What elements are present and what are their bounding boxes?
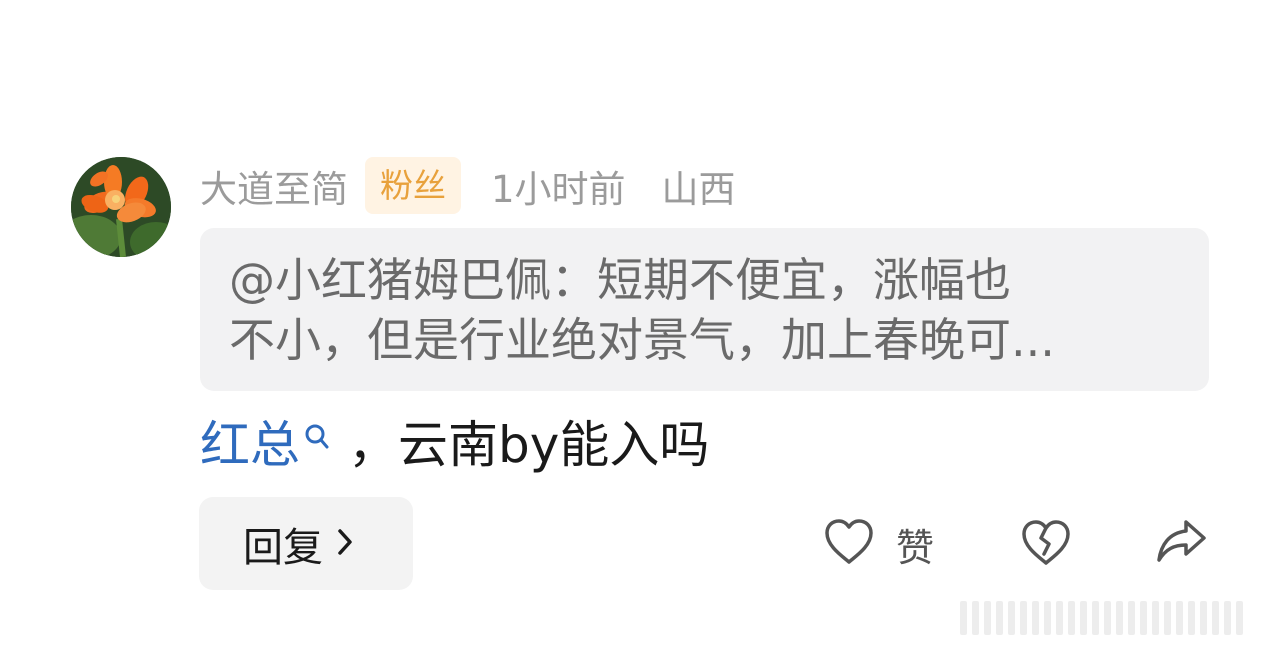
share-arrow-icon <box>1154 520 1210 572</box>
watermark-mark <box>1212 601 1219 635</box>
watermark-mark <box>1008 601 1015 635</box>
watermark-mark <box>1080 601 1087 635</box>
avatar[interactable] <box>71 157 171 257</box>
watermark-mark <box>1200 601 1207 635</box>
heart-icon <box>822 517 876 571</box>
watermark-mark <box>1044 601 1051 635</box>
quoted-comment[interactable]: @小红猪姆巴佩：短期不便宜，涨幅也 不小，但是行业绝对景气，加上春晚可... <box>200 228 1209 391</box>
broken-heart-icon <box>1019 520 1073 572</box>
watermark <box>960 598 1260 638</box>
comment-card: 大道至简 粉丝 1小时前 山西 @小红猪姆巴佩：短期不便宜，涨幅也 不小，但是行… <box>0 0 1280 656</box>
watermark-mark <box>1068 601 1075 635</box>
watermark-mark <box>1152 601 1159 635</box>
mention-text: 红总 <box>200 416 300 474</box>
reply-label: 回复 <box>243 524 323 571</box>
watermark-mark <box>1020 601 1027 635</box>
watermark-mark <box>984 601 991 635</box>
like-label: 赞 <box>896 525 935 570</box>
watermark-mark <box>1056 601 1063 635</box>
comment-body: 红总 ，云南by能入吗 <box>200 406 709 476</box>
watermark-mark <box>1116 601 1123 635</box>
watermark-mark <box>1188 601 1195 635</box>
watermark-mark <box>1032 601 1039 635</box>
mention-link[interactable]: 红总 <box>200 405 330 477</box>
comment-meta: 大道至简 粉丝 1小时前 山西 <box>200 157 736 214</box>
watermark-mark <box>960 601 967 635</box>
watermark-mark <box>1092 601 1099 635</box>
watermark-mark <box>1104 601 1111 635</box>
flower-avatar-image <box>71 157 171 257</box>
timestamp: 1小时前 <box>491 167 626 211</box>
watermark-mark <box>972 601 979 635</box>
watermark-mark <box>1128 601 1135 635</box>
quote-line-1: @小红猪姆巴佩：短期不便宜，涨幅也 <box>229 253 1011 307</box>
quote-line-2: 不小，但是行业绝对景气，加上春晚可... <box>229 313 1055 367</box>
fan-badge: 粉丝 <box>365 157 461 214</box>
author-name[interactable]: 大道至简 <box>200 159 348 213</box>
watermark-mark <box>996 601 1003 635</box>
watermark-mark <box>1140 601 1147 635</box>
share-button[interactable] <box>1154 516 1210 572</box>
region-label: 山西 <box>661 167 736 211</box>
comment-text: ，云南by能入吗 <box>348 416 710 474</box>
watermark-mark <box>1176 601 1183 635</box>
like-button[interactable]: 赞 <box>822 516 934 572</box>
watermark-mark <box>1164 601 1171 635</box>
search-icon <box>304 407 330 465</box>
dislike-button[interactable] <box>1019 518 1073 572</box>
watermark-mark <box>1236 601 1243 635</box>
chevron-right-icon <box>335 525 355 563</box>
reply-button[interactable]: 回复 <box>199 497 413 590</box>
watermark-mark <box>1224 601 1231 635</box>
